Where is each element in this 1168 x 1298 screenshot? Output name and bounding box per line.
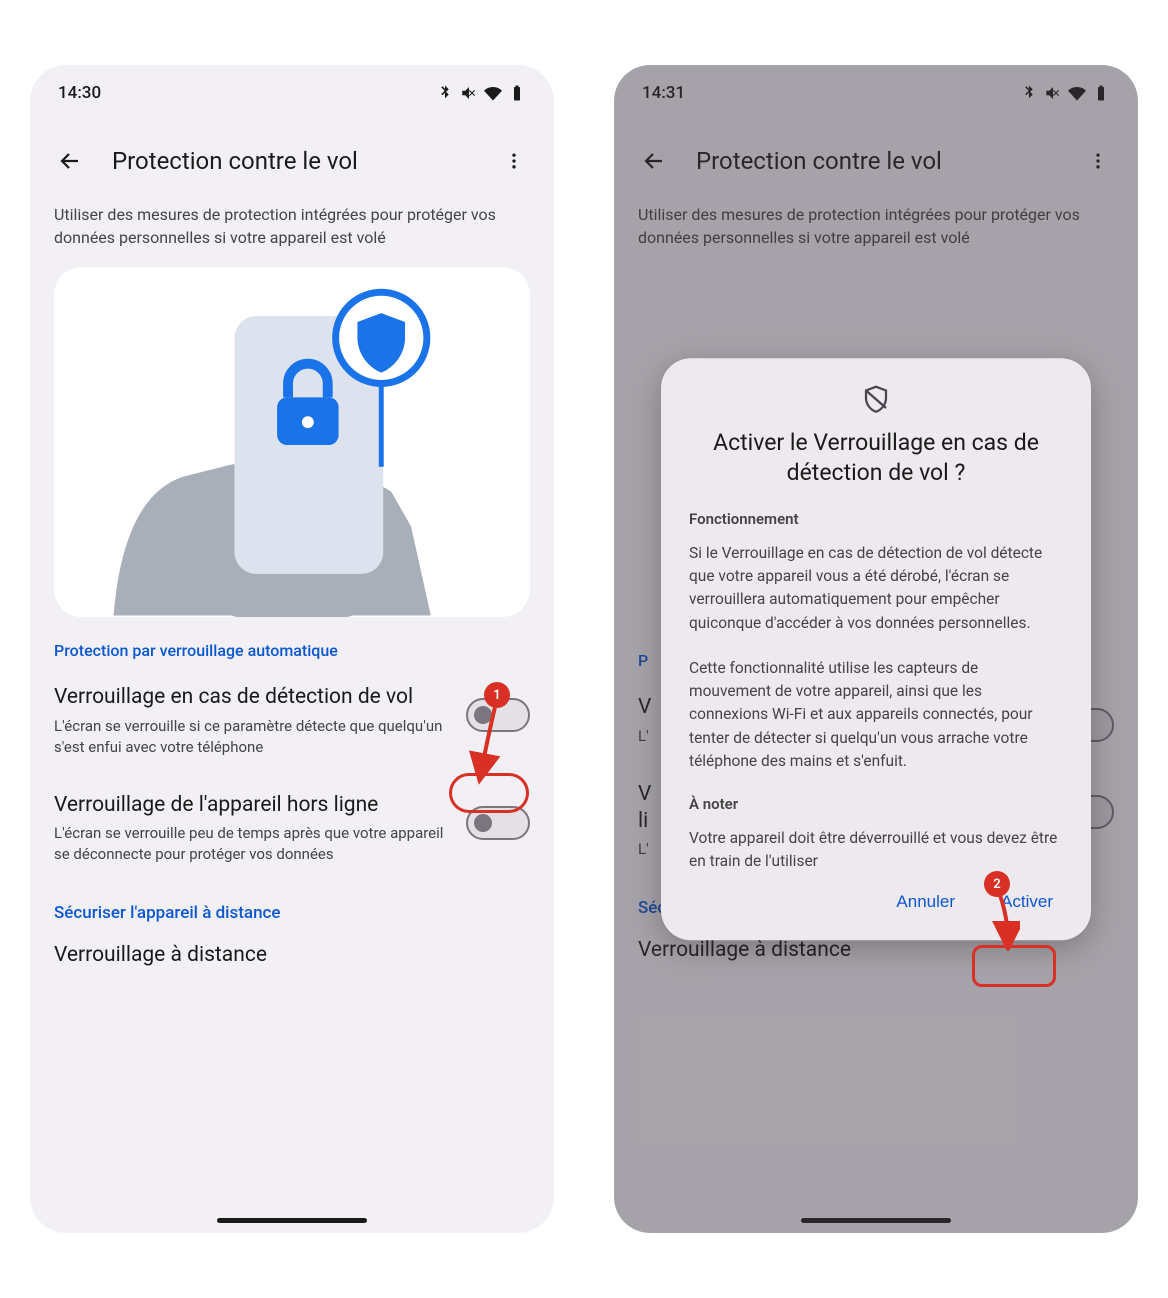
screen-left: 14:30 Protection contre le vol Utiliser …: [30, 65, 554, 1233]
illustration: [54, 267, 530, 617]
setting-desc: L'écran se verrouille peu de temps après…: [54, 823, 450, 865]
page-subtitle: Utiliser des mesures de protection intég…: [614, 195, 1138, 267]
page-title: Protection contre le vol: [112, 147, 358, 175]
app-bar: Protection contre le vol: [614, 113, 1138, 195]
status-time: 14:31: [642, 83, 685, 103]
back-button[interactable]: [634, 141, 674, 181]
setting-remote-lock-title: Verrouillage à distance: [30, 931, 554, 967]
toggle-offline-lock[interactable]: [466, 806, 530, 840]
status-bar: 14:30: [30, 65, 554, 113]
page-subtitle: Utiliser des mesures de protection intég…: [30, 195, 554, 267]
wifi-icon: [484, 84, 502, 102]
section-header-autolock: Protection par verrouillage automatique: [30, 617, 554, 666]
status-time: 14:30: [58, 83, 101, 103]
dialog-text: Si le Verrouillage en cas de détection d…: [689, 542, 1063, 635]
dialog-title: Activer le Verrouillage en cas de détect…: [689, 428, 1063, 488]
setting-offline-lock[interactable]: Verrouillage de l'appareil hors ligne L'…: [30, 774, 554, 881]
nav-handle[interactable]: [801, 1218, 951, 1223]
mute-icon: [1044, 84, 1062, 102]
app-bar: Protection contre le vol: [30, 113, 554, 195]
wifi-icon: [1068, 84, 1086, 102]
link-secure-remote[interactable]: Sécuriser l'appareil à distance: [30, 881, 554, 931]
dialog-subheader: À noter: [689, 795, 1063, 813]
bluetooth-icon: [436, 84, 454, 102]
battery-icon: [1092, 84, 1110, 102]
annotation-badge-2: 2: [984, 871, 1010, 897]
dialog-enable-theft-lock: Activer le Verrouillage en cas de détect…: [661, 358, 1091, 940]
more-button[interactable]: [1078, 141, 1118, 181]
mute-icon: [460, 84, 478, 102]
page-title: Protection contre le vol: [696, 147, 942, 175]
annotation-badge-1: 1: [484, 682, 510, 708]
setting-title: Verrouillage de l'appareil hors ligne: [54, 792, 450, 819]
back-button[interactable]: [50, 141, 90, 181]
battery-icon: [508, 84, 526, 102]
dialog-text: Cette fonctionnalité utilise les capteur…: [689, 657, 1063, 773]
setting-theft-detection[interactable]: Verrouillage en cas de détection de vol …: [30, 666, 554, 773]
bluetooth-icon: [1020, 84, 1038, 102]
shield-outline-icon: [689, 384, 1063, 414]
status-icons: [436, 84, 526, 102]
status-bar: 14:31: [614, 65, 1138, 113]
status-icons: [1020, 84, 1110, 102]
more-button[interactable]: [494, 141, 534, 181]
cancel-button[interactable]: Annuler: [886, 884, 965, 920]
screen-right: 14:31 Protection contre le vol Utiliser …: [614, 65, 1138, 1233]
nav-handle[interactable]: [217, 1218, 367, 1223]
setting-title: Verrouillage en cas de détection de vol: [54, 684, 450, 711]
dialog-subheader: Fonctionnement: [689, 510, 1063, 528]
setting-desc: L'écran se verrouille si ce paramètre dé…: [54, 716, 450, 758]
annotation-highlight-activate: [972, 945, 1056, 987]
dialog-text: Votre appareil doit être déverrouillé et…: [689, 827, 1063, 874]
